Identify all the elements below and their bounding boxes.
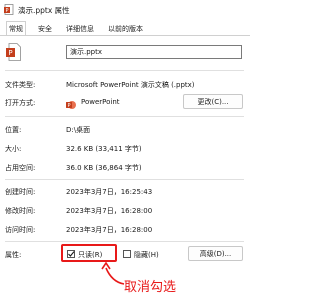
- tab-details[interactable]: 详细信息: [66, 24, 94, 34]
- file-type-value: Microsoft PowerPoint 演示文稿 (.pptx): [66, 81, 195, 89]
- size-on-disk-label: 占用空间:: [5, 164, 36, 172]
- hidden-checkbox[interactable]: [123, 250, 131, 258]
- tab-strip: 常规 安全 详细信息 以前的版本: [0, 21, 250, 36]
- file-name-input[interactable]: [66, 45, 242, 59]
- accessed-label: 访问时间:: [5, 226, 36, 234]
- divider: [5, 116, 244, 117]
- file-type-label: 文件类型:: [5, 81, 36, 89]
- divider: [5, 241, 244, 242]
- pptx-file-icon: P: [6, 43, 21, 61]
- opens-with-label: 打开方式:: [5, 99, 36, 107]
- pptx-file-icon: P: [4, 4, 14, 15]
- change-button[interactable]: 更改(C)...: [183, 94, 243, 109]
- modified-value: 2023年3月7日，16:28:00: [66, 207, 153, 215]
- divider: [5, 70, 244, 71]
- powerpoint-icon: P: [66, 101, 76, 109]
- divider: [5, 179, 244, 180]
- created-value: 2023年3月7日，16:25:43: [66, 188, 153, 196]
- created-label: 创建时间:: [5, 188, 36, 196]
- highlight-box: [61, 244, 117, 262]
- size-value: 32.6 KB (33,411 字节): [66, 145, 142, 153]
- size-label: 大小:: [5, 145, 22, 153]
- svg-text:P: P: [67, 103, 70, 109]
- tab-previous-versions[interactable]: 以前的版本: [108, 24, 143, 34]
- annotation-text: 取消勾选: [124, 280, 177, 295]
- svg-text:P: P: [8, 49, 12, 57]
- tab-general[interactable]: 常规: [6, 21, 26, 36]
- opens-with-app: PowerPoint: [81, 98, 120, 106]
- attributes-label: 属性:: [5, 251, 22, 259]
- hidden-label[interactable]: 隐藏(H): [134, 250, 159, 260]
- location-label: 位置:: [5, 126, 22, 134]
- window-title: 演示.pptx 属性: [18, 6, 70, 15]
- modified-label: 修改时间:: [5, 207, 36, 215]
- size-on-disk-value: 36.0 KB (36,864 字节): [66, 164, 142, 172]
- svg-text:P: P: [5, 8, 8, 14]
- advanced-button[interactable]: 高级(D)...: [188, 246, 243, 261]
- accessed-value: 2023年3月7日，16:28:00: [66, 226, 153, 234]
- title-bar: P 演示.pptx 属性: [0, 0, 250, 20]
- tab-security[interactable]: 安全: [38, 24, 52, 34]
- location-value: D:\桌面: [66, 126, 91, 134]
